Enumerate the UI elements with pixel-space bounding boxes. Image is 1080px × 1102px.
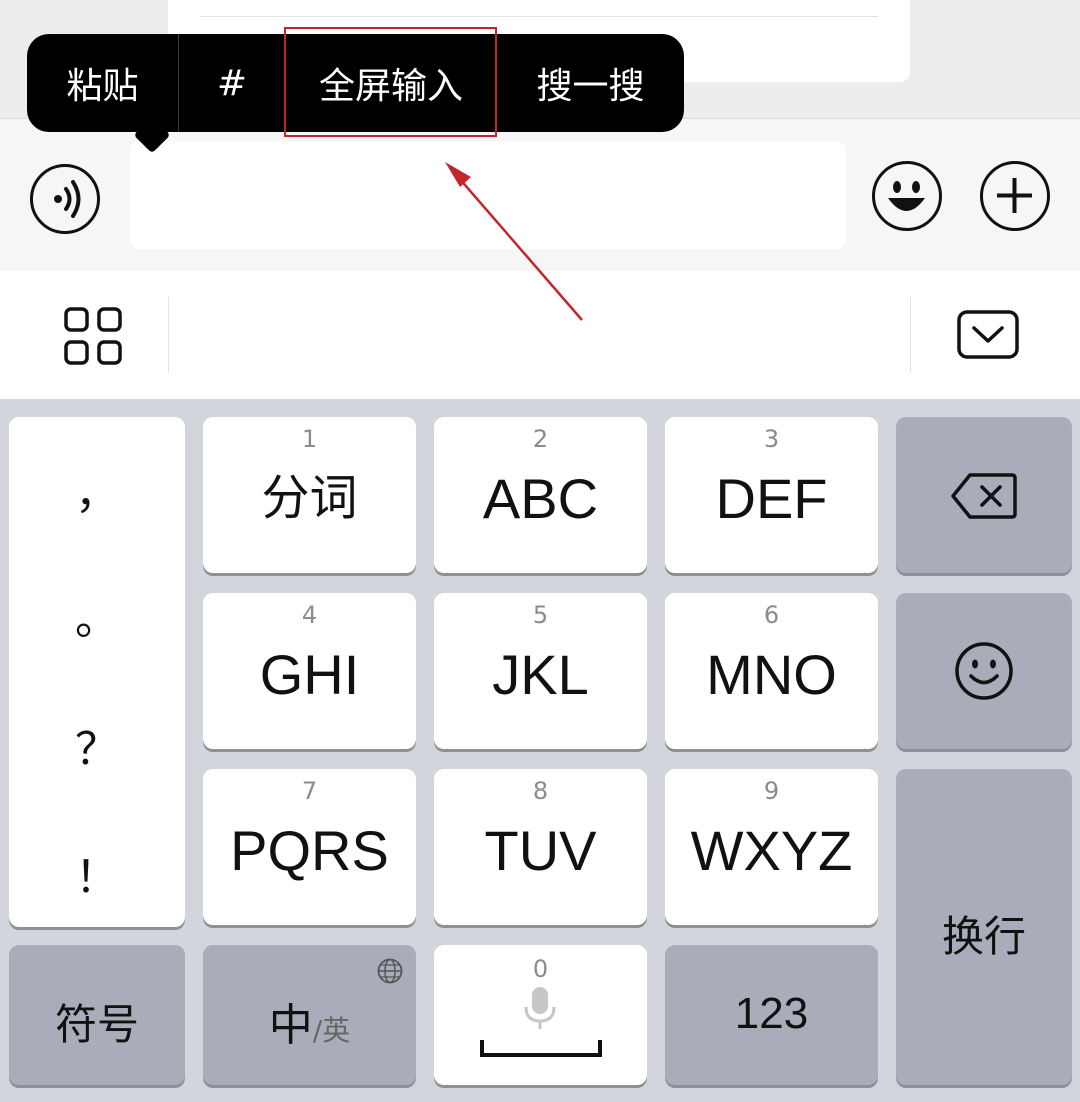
- key-label: JKL: [492, 643, 589, 706]
- key-label: WXYZ: [690, 819, 853, 882]
- key-label: 分词: [261, 472, 358, 525]
- keyboard-toolbar: [0, 271, 1080, 399]
- emoji-icon: [888, 181, 925, 211]
- punct-comma[interactable]: ，: [9, 457, 185, 521]
- grid-icon: [64, 307, 122, 365]
- keyboard: ， 。 ？ ！ 1 分词 2 ABC 3 DEF 4 GHI 5 JKL 6 M…: [0, 399, 1080, 1102]
- menu-item-paste[interactable]: 粘贴: [27, 34, 179, 132]
- numeric-key-label: 123: [734, 989, 809, 1038]
- emoji-key[interactable]: [896, 593, 1072, 749]
- delete-key[interactable]: [896, 417, 1072, 573]
- key-2[interactable]: 2 ABC: [434, 417, 647, 573]
- toolbar-divider: [168, 297, 169, 373]
- numeric-key[interactable]: 123: [665, 945, 878, 1085]
- symbols-key[interactable]: 符号: [9, 945, 185, 1085]
- toolbar-divider: [910, 297, 911, 373]
- space-key-number: 0: [532, 955, 549, 983]
- key-label: ABC: [482, 467, 599, 530]
- plus-icon: [997, 178, 1032, 213]
- key-1[interactable]: 1 分词: [203, 417, 416, 573]
- lang-primary: 中: [268, 1000, 313, 1051]
- punct-period[interactable]: 。: [9, 583, 185, 647]
- key-number: 2: [532, 425, 549, 453]
- punct-exclamation[interactable]: ！: [9, 841, 185, 905]
- message-input[interactable]: [130, 141, 846, 249]
- highlight-box: [284, 27, 497, 137]
- key-label: TUV: [484, 819, 597, 882]
- key-number: 5: [532, 601, 549, 629]
- voice-icon: [54, 180, 81, 218]
- key-number: 8: [532, 777, 549, 805]
- lang-secondary: /英: [312, 1014, 351, 1047]
- hide-keyboard-button[interactable]: [956, 309, 1020, 361]
- message-divider: [200, 16, 878, 17]
- key-label: MNO: [706, 643, 837, 706]
- key-number: 3: [763, 425, 780, 453]
- return-key-label: 换行: [941, 912, 1026, 961]
- language-switch-key[interactable]: 中/英: [203, 945, 416, 1085]
- microphone-icon: [524, 987, 556, 1029]
- symbols-key-label: 符号: [54, 1000, 139, 1049]
- key-4[interactable]: 4 GHI: [203, 593, 416, 749]
- key-number: 4: [301, 601, 318, 629]
- key-number: 1: [301, 425, 318, 453]
- key-6[interactable]: 6 MNO: [665, 593, 878, 749]
- emoji-button[interactable]: [872, 161, 942, 231]
- space-key[interactable]: 0: [434, 945, 647, 1085]
- return-key[interactable]: 换行: [896, 769, 1072, 1085]
- add-button[interactable]: [980, 161, 1050, 231]
- key-9[interactable]: 9 WXYZ: [665, 769, 878, 925]
- smiley-icon: [955, 642, 1013, 700]
- dismiss-keyboard-icon: [957, 310, 1019, 359]
- key-number: 9: [763, 777, 780, 805]
- toolbar-menu-button[interactable]: [60, 303, 126, 369]
- key-label: GHI: [259, 643, 360, 706]
- menu-item-search[interactable]: 搜一搜: [497, 34, 684, 132]
- key-label: DEF: [715, 467, 828, 530]
- globe-icon: [377, 958, 403, 984]
- language-label: 中/英: [203, 989, 416, 1053]
- key-7[interactable]: 7 PQRS: [203, 769, 416, 925]
- menu-item-hashtag[interactable]: #: [179, 34, 285, 132]
- key-3[interactable]: 3 DEF: [665, 417, 878, 573]
- key-5[interactable]: 5 JKL: [434, 593, 647, 749]
- key-label: PQRS: [230, 819, 389, 882]
- key-8[interactable]: 8 TUV: [434, 769, 647, 925]
- voice-button[interactable]: [30, 164, 100, 234]
- backspace-icon: [951, 473, 1017, 519]
- space-bar-icon: [480, 1040, 602, 1057]
- punct-question[interactable]: ？: [9, 713, 185, 777]
- punctuation-column[interactable]: ， 。 ？ ！: [9, 417, 185, 927]
- key-number: 7: [301, 777, 318, 805]
- key-number: 6: [763, 601, 780, 629]
